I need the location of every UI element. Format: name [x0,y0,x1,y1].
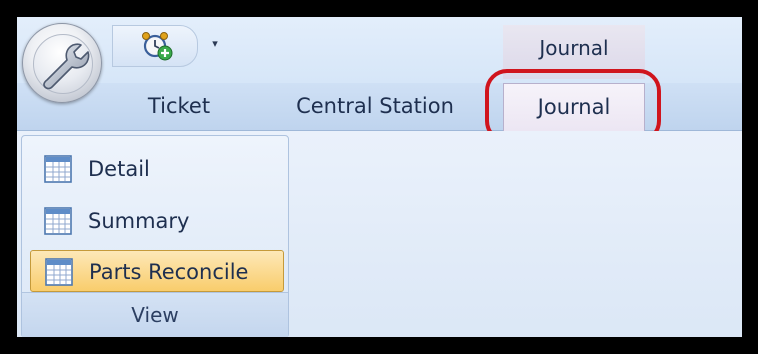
ribbon-body: Detail Summary Parts Reconcile View [17,131,742,337]
alarm-clock-add-icon[interactable] [141,31,173,61]
app-window: ▾ Journal Ticket Central Station Journal… [13,13,746,341]
group-label-view: View [22,292,288,337]
parts-reconcile-label: Parts Reconcile [89,260,249,284]
table-icon [44,155,72,183]
tab-ticket[interactable]: Ticket [119,83,239,131]
summary-label: Summary [88,209,190,233]
summary-button[interactable]: Summary [32,200,282,242]
parts-reconcile-button[interactable]: Parts Reconcile [30,250,284,292]
detail-label: Detail [88,157,150,181]
application-menu-button[interactable] [22,23,102,103]
tab-central-station[interactable]: Central Station [275,83,475,131]
table-icon [45,258,73,286]
customize-qat-dropdown[interactable]: ▾ [209,37,221,51]
wrench-icon [43,43,90,90]
quick-access-toolbar [112,25,198,67]
detail-button[interactable]: Detail [32,148,282,190]
view-group: Detail Summary Parts Reconcile View [21,135,289,337]
table-icon [44,207,72,235]
